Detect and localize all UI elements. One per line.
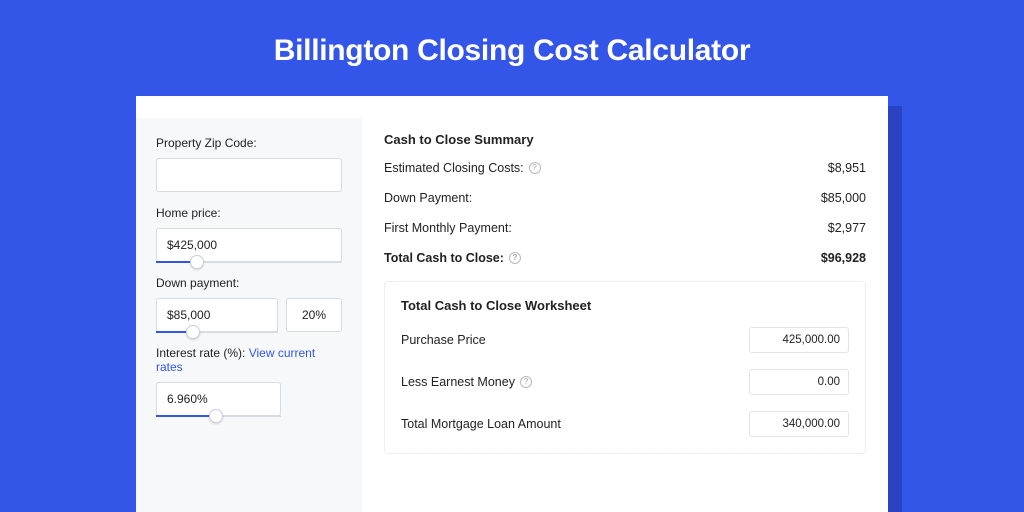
help-icon[interactable]: ?	[509, 252, 521, 264]
zip-label: Property Zip Code:	[156, 136, 342, 150]
results-main: Cash to Close Summary Estimated Closing …	[362, 118, 888, 512]
summary-total-label: Total Cash to Close:	[384, 251, 504, 265]
down-payment-percent[interactable]: 20%	[286, 298, 342, 332]
slider-thumb[interactable]	[186, 325, 200, 339]
home-price-input[interactable]	[156, 228, 342, 262]
worksheet-label: Purchase Price	[401, 333, 486, 347]
summary-value: $8,951	[828, 161, 866, 175]
inputs-sidebar: Property Zip Code: Home price: Down paym…	[136, 118, 362, 512]
summary-label: Estimated Closing Costs:	[384, 161, 524, 175]
slider-thumb[interactable]	[209, 409, 223, 423]
down-payment-slider[interactable]	[156, 298, 278, 332]
summary-total-value: $96,928	[821, 251, 866, 265]
interest-rate-label: Interest rate (%): View current rates	[156, 346, 342, 374]
worksheet-input-earnest-money[interactable]	[749, 369, 849, 395]
slider-thumb[interactable]	[190, 255, 204, 269]
worksheet-row-mortgage-amount: Total Mortgage Loan Amount	[401, 411, 849, 437]
worksheet-row-earnest-money: Less Earnest Money ?	[401, 369, 849, 395]
worksheet-card: Total Cash to Close Worksheet Purchase P…	[384, 281, 866, 454]
help-icon[interactable]: ?	[520, 376, 532, 388]
summary-row-total: Total Cash to Close: ? $96,928	[384, 251, 866, 265]
home-price-slider[interactable]	[156, 228, 342, 262]
worksheet-input-purchase-price[interactable]	[749, 327, 849, 353]
worksheet-title: Total Cash to Close Worksheet	[401, 298, 849, 313]
interest-rate-label-text: Interest rate (%):	[156, 346, 249, 360]
panel-body: Property Zip Code: Home price: Down paym…	[136, 118, 888, 512]
worksheet-label: Total Mortgage Loan Amount	[401, 417, 561, 431]
summary-title: Cash to Close Summary	[384, 132, 866, 147]
summary-row-down-payment: Down Payment: $85,000	[384, 191, 866, 205]
help-icon[interactable]: ?	[529, 162, 541, 174]
down-payment-input[interactable]	[156, 298, 278, 332]
home-price-label: Home price:	[156, 206, 342, 220]
calculator-panel: Property Zip Code: Home price: Down paym…	[136, 96, 888, 512]
panel-top-frame	[136, 96, 888, 118]
zip-input[interactable]	[156, 158, 342, 192]
field-interest-rate: Interest rate (%): View current rates	[156, 346, 342, 416]
summary-row-first-monthly: First Monthly Payment: $2,977	[384, 221, 866, 235]
slider-fill	[156, 415, 216, 417]
down-payment-label: Down payment:	[156, 276, 342, 290]
calculator-panel-wrap: Property Zip Code: Home price: Down paym…	[136, 96, 888, 512]
interest-rate-slider[interactable]	[156, 382, 281, 416]
field-down-payment: Down payment: 20%	[156, 276, 342, 332]
summary-value: $2,977	[828, 221, 866, 235]
summary-label: First Monthly Payment:	[384, 221, 512, 235]
page-title: Billington Closing Cost Calculator	[274, 34, 750, 68]
field-home-price: Home price:	[156, 206, 342, 262]
worksheet-row-purchase-price: Purchase Price	[401, 327, 849, 353]
worksheet-input-mortgage-amount[interactable]	[749, 411, 849, 437]
summary-label: Down Payment:	[384, 191, 472, 205]
summary-row-closing-costs: Estimated Closing Costs: ? $8,951	[384, 161, 866, 175]
worksheet-label: Less Earnest Money	[401, 375, 515, 389]
field-zip: Property Zip Code:	[156, 136, 342, 192]
summary-value: $85,000	[821, 191, 866, 205]
